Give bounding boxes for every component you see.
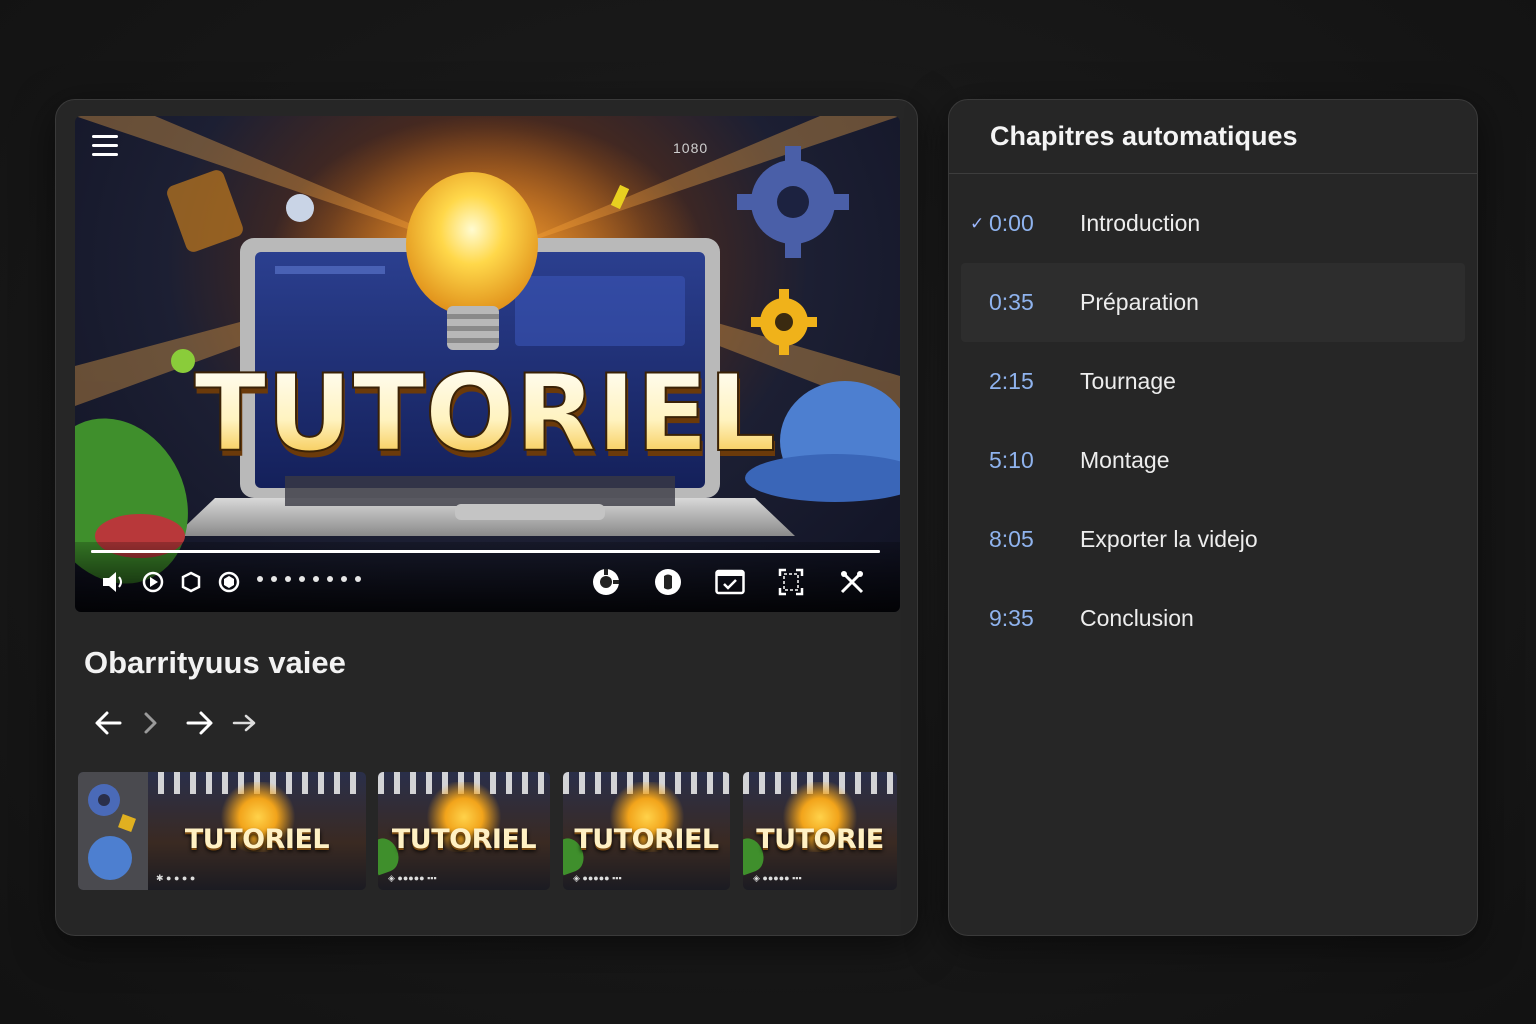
check-icon: ✓: [970, 214, 985, 233]
arrow-right-thin-icon[interactable]: [232, 705, 278, 741]
chapter-item[interactable]: 2:15 Tournage: [961, 342, 1465, 421]
progress-fill: [91, 550, 880, 553]
chapter-item[interactable]: ✓ 0:00 Introduction: [961, 184, 1465, 263]
fullscreen-icon[interactable]: [775, 566, 807, 598]
video-player[interactable]: TUTORIEL TUTORIEL 1080: [75, 116, 900, 612]
thumbnail-word: TUTORIEL: [391, 824, 537, 855]
menu-icon[interactable]: [92, 135, 118, 159]
thumbnail-caption: ◈ ●●●●● ▪▪▪: [753, 873, 802, 883]
thumbnail-caption: ✱ ● ● ● ●: [156, 873, 196, 883]
chapters-panel: Chapitres automatiques ✓ 0:00 Introducti…: [948, 99, 1478, 936]
quality-badge: 1080: [673, 140, 709, 156]
cc-icon[interactable]: [652, 566, 684, 598]
arrow-right-icon[interactable]: [186, 705, 232, 741]
chapter-time[interactable]: 0:35: [989, 289, 1034, 316]
chapter-item[interactable]: 9:35 Conclusion: [961, 579, 1465, 658]
thumbnail-word: TUTORIEL: [184, 824, 330, 855]
chapter-list: ✓ 0:00 Introduction 0:35 Préparation 2:1…: [961, 184, 1465, 658]
carousel-navigation: [94, 705, 278, 741]
chapter-time[interactable]: 9:35: [989, 605, 1034, 632]
progress-bar[interactable]: [91, 550, 880, 553]
chapter-label: Préparation: [1080, 289, 1199, 315]
thumbnail-item[interactable]: TUTORIE ◈ ●●●●● ▪▪▪: [743, 772, 897, 890]
arrow-left-icon[interactable]: [94, 705, 140, 741]
thumbnail-word: TUTORIEL: [574, 824, 719, 855]
chapter-label: Montage: [1080, 447, 1170, 473]
chapter-label: Conclusion: [1080, 605, 1194, 631]
thumbnail-item[interactable]: TUTORIEL ✱ ● ● ● ●: [78, 772, 366, 890]
chapter-time[interactable]: 2:15: [989, 368, 1034, 395]
tools-icon[interactable]: [836, 566, 868, 598]
chapter-label: Exporter la videjo: [1080, 526, 1258, 552]
chapter-item[interactable]: 0:35 Préparation: [961, 263, 1465, 342]
player-controls: [75, 542, 900, 612]
chapter-label: Introduction: [1080, 210, 1201, 236]
miniplayer-icon[interactable]: [714, 566, 746, 598]
thumbnail-item[interactable]: TUTORIEL ◈ ●●●●● ▪▪▪: [563, 772, 730, 890]
thumbnail-caption: ◈ ●●●●● ▪▪▪: [573, 873, 622, 883]
thumbnail-item[interactable]: TUTORIEL ◈ ●●●●● ▪▪▪: [378, 772, 550, 890]
chapter-label: Tournage: [1080, 368, 1176, 394]
settings-icon[interactable]: [590, 566, 622, 598]
chapter-time[interactable]: 0:00: [989, 210, 1034, 237]
chapter-item[interactable]: 5:10 Montage: [961, 421, 1465, 500]
volume-icon[interactable]: [97, 566, 129, 598]
loop-icon[interactable]: [213, 566, 245, 598]
chapter-time[interactable]: 8:05: [989, 526, 1034, 553]
play-icon[interactable]: [137, 566, 169, 598]
chevron-right-icon[interactable]: [140, 705, 186, 741]
chapters-header: Chapitres automatiques: [949, 100, 1477, 174]
chapters-title: Chapitres automatiques: [990, 121, 1298, 151]
thumbnail-word: TUTORIE: [756, 824, 884, 855]
thumbnail-title: TUTORIEL: [194, 352, 776, 475]
chapter-time[interactable]: 5:10: [989, 447, 1034, 474]
camera-icon[interactable]: [175, 566, 207, 598]
chapter-item[interactable]: 8:05 Exporter la videjo: [961, 500, 1465, 579]
video-title: Obarrityuus vaiee: [84, 645, 346, 680]
thumbnail-caption: ◈ ●●●●● ▪▪▪: [388, 873, 437, 883]
chapter-dots: [257, 576, 361, 582]
video-panel: TUTORIEL TUTORIEL 1080 Obarrityuus vaiee…: [55, 99, 918, 936]
video-thumbnail-art: TUTORIEL TUTORIEL: [75, 116, 900, 584]
thumbnail-side-art: [78, 772, 148, 890]
